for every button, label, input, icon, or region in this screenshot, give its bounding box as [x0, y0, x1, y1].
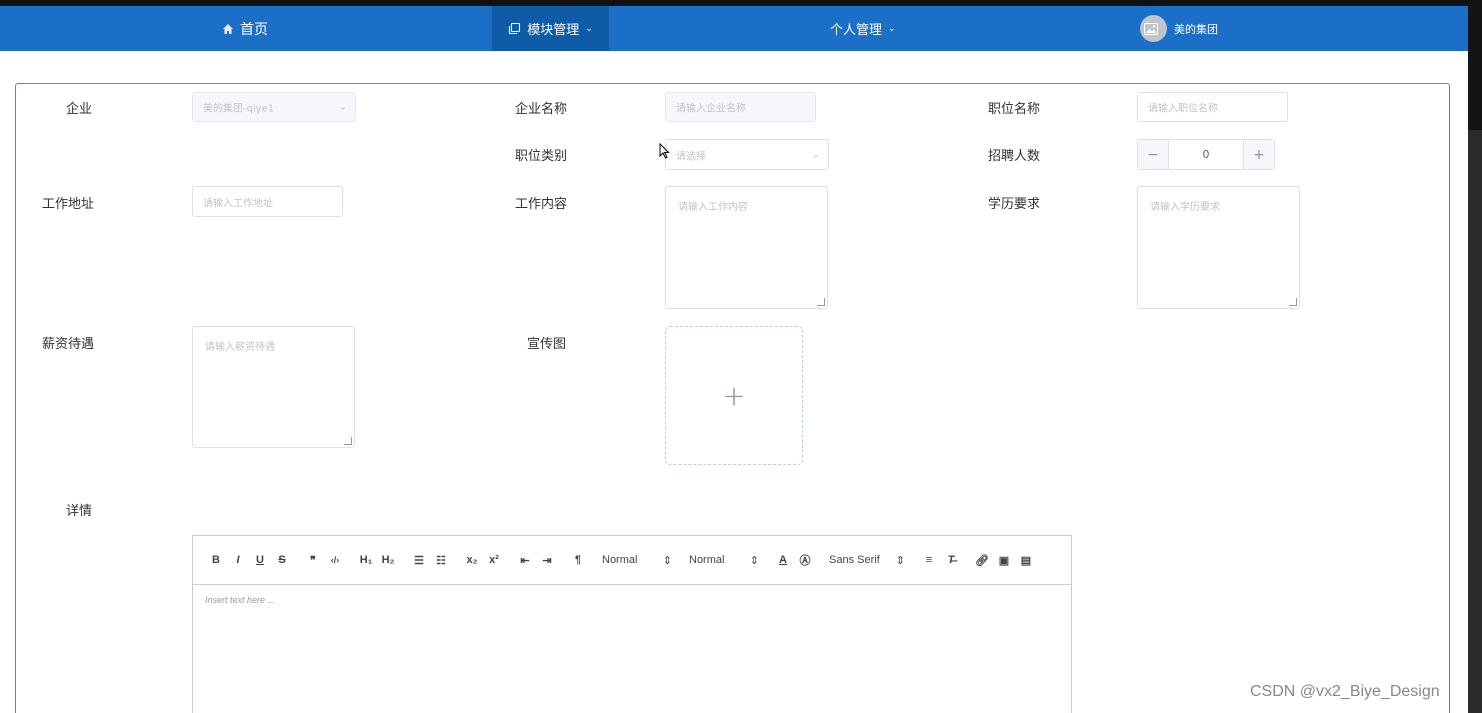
subscript-icon[interactable]: x₂ — [461, 550, 483, 570]
company-select-value: 美的集团-qiye1 — [203, 103, 275, 115]
position-type-select[interactable]: 请选择 ⌄ — [665, 139, 829, 170]
background-color-icon[interactable]: Ⓐ — [794, 550, 816, 570]
rich-text-editor: B I U S ❞ ‹/› H₁ H₂ ☰ ☷ x₂ x² ⇤ ⇥ ¶ Norm — [192, 535, 1072, 713]
nav-user-menu[interactable]: 美的集团 — [1140, 6, 1218, 51]
nav-home-label: 首页 — [240, 21, 268, 38]
outdent-icon[interactable]: ⇤ — [514, 550, 536, 570]
size-select-value: Normal — [689, 554, 725, 566]
image-icon[interactable]: ▣ — [993, 550, 1015, 570]
header-1-icon[interactable]: H₁ — [355, 550, 377, 570]
hire-count-label: 招聘人数 — [988, 149, 1041, 164]
salary-textarea[interactable]: 请输入薪资待遇 — [192, 326, 355, 448]
plus-icon: + — [722, 379, 746, 412]
bold-icon[interactable]: B — [205, 550, 227, 570]
italic-icon[interactable]: I — [227, 550, 249, 570]
nav-home[interactable]: 首页 — [222, 6, 268, 51]
education-placeholder: 请输入学历要求 — [1150, 202, 1220, 213]
direction-icon[interactable]: ¶ — [567, 550, 589, 570]
mouse-cursor-icon — [659, 143, 670, 159]
content-textarea[interactable]: 请输入工作内容 — [665, 186, 828, 309]
salary-placeholder: 请输入薪资待遇 — [205, 342, 275, 353]
link-icon[interactable]: 🔗︎ — [971, 550, 993, 570]
chevron-down-icon: ⌄ — [811, 149, 820, 160]
copy-icon — [509, 22, 521, 35]
code-block-icon[interactable]: ‹/› — [324, 550, 346, 570]
bullet-list-icon[interactable]: ☷ — [430, 550, 452, 570]
position-name-label: 职位名称 — [988, 102, 1041, 117]
decrement-button[interactable]: − — [1138, 140, 1169, 169]
nav-personal-management[interactable]: 个人管理 ⌄ — [830, 6, 896, 51]
chevron-down-icon: ⌄ — [888, 23, 896, 34]
increment-button[interactable]: + — [1243, 140, 1274, 169]
blockquote-icon[interactable]: ❞ — [302, 550, 324, 570]
education-label: 学历要求 — [988, 197, 1041, 212]
position-name-placeholder: 请输入职位名称 — [1148, 103, 1218, 115]
video-icon[interactable]: ▤ — [1015, 550, 1037, 570]
editor-content[interactable]: Insert text here ... — [193, 585, 1071, 615]
chevron-down-icon: ⌄ — [585, 23, 593, 34]
header-2-icon[interactable]: H₂ — [377, 550, 399, 570]
strike-icon[interactable]: S — [271, 550, 293, 570]
avatar — [1140, 15, 1167, 42]
hire-count-value[interactable]: 0 — [1169, 140, 1243, 169]
resize-handle-icon[interactable] — [1289, 298, 1297, 306]
nav-module-management[interactable]: 模块管理 ⌄ — [492, 6, 609, 51]
underline-icon[interactable]: U — [249, 550, 271, 570]
resize-handle-icon[interactable] — [817, 298, 825, 306]
editor-placeholder: Insert text here ... — [205, 595, 276, 605]
home-icon — [223, 23, 233, 34]
resize-handle-icon[interactable] — [344, 437, 352, 445]
select-arrows-icon: ⇕ — [662, 554, 672, 567]
poster-label: 宣传图 — [527, 337, 567, 352]
poster-upload[interactable]: + — [665, 326, 803, 465]
company-select: 美的集团-qiye1 ⌄ — [192, 92, 356, 122]
address-input[interactable]: 请输入工作地址 — [192, 186, 343, 217]
font-select[interactable]: Sans Serif ⇕ — [825, 550, 909, 570]
company-name-input: 请输入企业名称 — [665, 92, 816, 122]
ordered-list-icon[interactable]: ☰ — [408, 550, 430, 570]
top-navbar: 首页 模块管理 ⌄ 个人管理 ⌄ 美的集团 — [0, 6, 1468, 51]
company-label: 企业 — [66, 102, 93, 117]
content-placeholder: 请输入工作内容 — [678, 202, 748, 213]
superscript-icon[interactable]: x² — [483, 550, 505, 570]
company-name-label: 企业名称 — [515, 102, 568, 117]
nav-personal-label: 个人管理 — [830, 23, 883, 38]
user-name: 美的集团 — [1174, 22, 1218, 36]
position-type-placeholder: 请选择 — [676, 151, 706, 162]
watermark: CSDN @vx2_Biye_Design — [1250, 683, 1440, 700]
hire-count-stepper: − 0 + — [1137, 139, 1275, 170]
window-scrollbar-thumb[interactable] — [1468, 0, 1482, 130]
size-select[interactable]: Normal ⇕ — [685, 550, 763, 570]
select-arrows-icon: ⇕ — [749, 554, 759, 567]
address-placeholder: 请输入工作地址 — [203, 198, 273, 209]
chevron-down-icon: ⌄ — [338, 101, 347, 113]
content-label: 工作内容 — [515, 197, 568, 212]
indent-icon[interactable]: ⇥ — [536, 550, 558, 570]
company-name-placeholder: 请输入企业名称 — [676, 103, 746, 115]
position-name-input[interactable]: 请输入职位名称 — [1137, 92, 1288, 122]
header-select[interactable]: Normal ⇕ — [598, 550, 676, 570]
image-icon — [1143, 22, 1158, 35]
detail-label: 详情 — [66, 504, 93, 519]
select-arrows-icon: ⇕ — [895, 554, 905, 567]
editor-toolbar: B I U S ❞ ‹/› H₁ H₂ ☰ ☷ x₂ x² ⇤ ⇥ ¶ Norm — [193, 536, 1071, 585]
salary-label: 薪资待遇 — [42, 337, 95, 352]
font-select-value: Sans Serif — [829, 554, 880, 566]
position-type-label: 职位类别 — [515, 149, 568, 164]
address-label: 工作地址 — [42, 197, 95, 212]
education-textarea[interactable]: 请输入学历要求 — [1137, 186, 1300, 309]
align-icon[interactable]: ≡ — [918, 550, 940, 570]
nav-module-label: 模块管理 — [527, 23, 580, 38]
header-select-value: Normal — [602, 554, 638, 566]
clear-format-icon[interactable]: T̶ — [940, 550, 962, 570]
text-color-icon[interactable]: A — [772, 550, 794, 570]
